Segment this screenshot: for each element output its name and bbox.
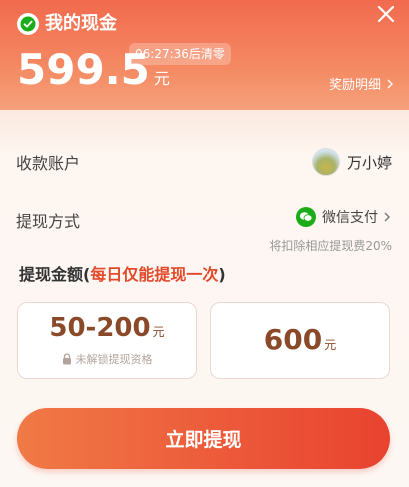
method-label: 提现方式 <box>16 212 81 231</box>
avatar <box>311 148 340 176</box>
balance-unit: 元 <box>153 69 170 88</box>
account-name: 万小婷 <box>346 153 392 172</box>
chevron-right-icon <box>382 211 392 223</box>
withdraw-button[interactable]: 立即提现 <box>17 408 390 469</box>
amount-unit: 元 <box>324 338 337 352</box>
account-info: 万小婷 <box>311 148 392 176</box>
account-label: 收款账户 <box>16 154 81 173</box>
wechat-pay-icon <box>296 207 316 227</box>
amount-option-50-200[interactable]: 50-200 元 未解锁提现资格 <box>17 302 197 379</box>
payment-method-name: 微信支付 <box>322 210 378 226</box>
reward-details-link[interactable]: 奖励明细 <box>329 74 395 93</box>
amount-option-600[interactable]: 600 元 <box>210 302 390 379</box>
amount-title-highlight: 每日仅能提现一次 <box>90 265 219 284</box>
amount-title: 提现金额(每日仅能提现一次) <box>19 261 226 285</box>
chevron-right-icon <box>385 78 395 90</box>
lock-icon <box>62 353 72 365</box>
wechat-logo-icon <box>17 13 39 35</box>
countdown-badge: 06:27:36后清零 <box>129 43 231 65</box>
page-title: 我的现金 <box>45 13 117 34</box>
reward-details-label: 奖励明细 <box>328 78 381 93</box>
amount-title-prefix: 提现金额( <box>19 265 91 284</box>
amount-title-suffix: ) <box>218 265 226 284</box>
payment-method-selector[interactable]: 微信支付 <box>296 207 392 227</box>
amount-value: 600 <box>263 323 323 356</box>
close-icon[interactable] <box>374 2 398 26</box>
locked-note-text: 未解锁提现资格 <box>75 353 153 366</box>
locked-note: 未解锁提现资格 <box>18 351 196 367</box>
fee-note: 将扣除相应提现费20% <box>269 239 392 253</box>
amount-option-value: 50-200 元 <box>18 313 196 343</box>
amount-option-value: 600 元 <box>211 323 389 356</box>
amount-unit: 元 <box>152 325 165 339</box>
amount-value: 50-200 <box>49 313 151 343</box>
